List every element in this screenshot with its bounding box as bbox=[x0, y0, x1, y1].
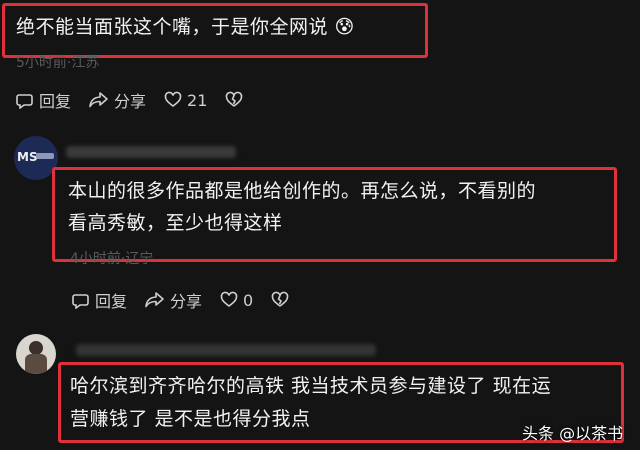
dislike-button[interactable] bbox=[225, 91, 248, 109]
username-obscured bbox=[76, 344, 376, 356]
avatar-text: MS bbox=[17, 150, 38, 164]
comment-actions: 回复 分享 21 bbox=[16, 88, 266, 112]
reply-label: 回复 bbox=[95, 292, 128, 311]
comment-actions: 回复 分享 0 bbox=[72, 288, 312, 312]
heart-icon bbox=[220, 291, 238, 308]
share-button[interactable]: 分享 bbox=[89, 88, 146, 112]
comment-text-line-2: 营赚钱了 是不是也得分我点 bbox=[70, 408, 311, 430]
broken-heart-icon bbox=[226, 91, 243, 107]
like-button[interactable]: 0 bbox=[220, 291, 253, 310]
reply-button[interactable]: 回复 bbox=[16, 88, 71, 112]
comment-meta: 5小时前·江苏 bbox=[16, 55, 100, 71]
comment-text-line-2: 看高秀敏，至少也得这样 bbox=[68, 212, 283, 234]
like-button[interactable]: 21 bbox=[164, 91, 207, 110]
share-button[interactable]: 分享 bbox=[145, 288, 202, 312]
avatar[interactable] bbox=[16, 334, 56, 374]
reply-button[interactable]: 回复 bbox=[72, 288, 127, 312]
share-label: 分享 bbox=[114, 92, 147, 111]
like-count: 21 bbox=[187, 90, 208, 110]
comment-text: 绝不能当面张这个嘴，于是你全网说 😰 bbox=[16, 16, 355, 38]
share-icon bbox=[145, 292, 164, 308]
username-obscured bbox=[66, 146, 236, 158]
comment-meta: 4小时前·辽宁 bbox=[70, 251, 154, 267]
broken-heart-icon bbox=[271, 291, 289, 307]
share-icon bbox=[89, 92, 108, 108]
heart-icon bbox=[164, 91, 182, 108]
reply-icon bbox=[16, 94, 33, 109]
comment-text-line-1: 哈尔滨到齐齐哈尔的高铁 我当技术员参与建设了 现在运 bbox=[70, 375, 552, 397]
like-count: 0 bbox=[243, 290, 254, 310]
comment-text-line-1: 本山的很多作品都是他给创作的。再怎么说，不看别的 bbox=[68, 180, 537, 202]
watermark: 头条 @以茶书 bbox=[522, 424, 624, 443]
reply-icon bbox=[72, 294, 89, 309]
dislike-button[interactable] bbox=[271, 291, 294, 309]
reply-label: 回复 bbox=[39, 92, 72, 111]
share-label: 分享 bbox=[170, 292, 203, 311]
